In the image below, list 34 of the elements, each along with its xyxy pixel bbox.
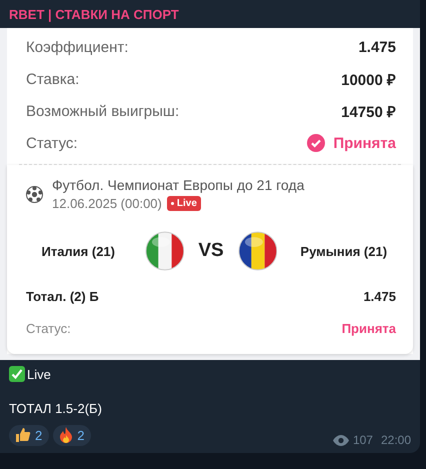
market-label: Тотал. (2) Б	[26, 288, 99, 304]
flag-icon	[144, 231, 184, 271]
field-label: Коэффициент:	[26, 38, 128, 56]
reaction-button[interactable]: 2	[53, 424, 92, 446]
message-text: Live	[27, 366, 51, 382]
dot-icon	[170, 202, 174, 205]
status-label: Статус:	[26, 320, 71, 336]
message-text: ТОТАЛ 1.5-2(Б)	[9, 401, 102, 416]
fire-icon	[59, 427, 74, 443]
status-value: Принята	[333, 134, 396, 152]
check-circle-icon	[307, 134, 326, 152]
field-value: 10000 ₽	[341, 71, 396, 89]
event-date: 12.06.2025 (00:00)	[52, 196, 162, 211]
view-count: 107	[352, 433, 373, 447]
eye-icon	[332, 434, 349, 446]
versus-label: VS	[198, 240, 224, 262]
flag-icon	[238, 231, 278, 271]
field-label: Статус:	[26, 134, 78, 152]
odds-value: 1.475	[363, 288, 396, 304]
team-name: Италия (21)	[40, 244, 116, 258]
thumbs-up-icon	[15, 427, 31, 443]
field-value: 14750 ₽	[341, 103, 396, 121]
check-mark-icon	[9, 366, 25, 382]
field-label: Возможный выигрыш:	[26, 102, 180, 120]
message-time: 22:00	[380, 433, 411, 447]
field-label: Ставка:	[26, 70, 80, 88]
live-badge: Live	[166, 196, 201, 211]
field-value: 1.475	[358, 38, 396, 56]
reaction-button[interactable]: 2	[9, 424, 50, 446]
channel-title: RBET | СТАВКИ НА СПОРТ	[9, 6, 179, 22]
event-title: Футбол. Чемпионат Европы до 21 года	[52, 177, 304, 193]
status-value: Принята	[342, 320, 396, 336]
team-name: Румыния (21)	[299, 244, 388, 258]
soccer-ball-icon	[26, 186, 43, 202]
